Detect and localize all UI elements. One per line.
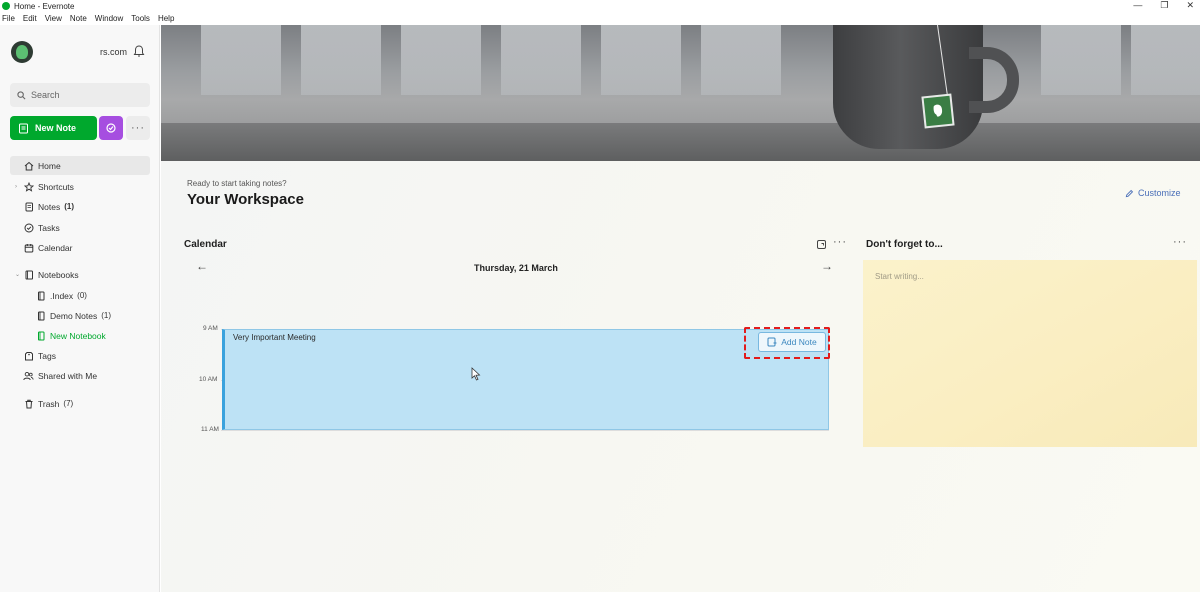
customize-label: Customize xyxy=(1138,188,1181,198)
calendar-link-icon[interactable] xyxy=(816,239,827,250)
ai-sparkle-icon xyxy=(106,123,116,133)
sticky-more-icon[interactable]: ··· xyxy=(1173,236,1187,248)
task-check-icon xyxy=(23,222,34,233)
calendar-more-icon[interactable]: ··· xyxy=(833,236,847,248)
menu-note[interactable]: Note xyxy=(70,14,87,23)
sidebar-item-shared[interactable]: Shared with Me xyxy=(10,366,150,385)
hour-label: 11 AM xyxy=(201,426,219,433)
customize-button[interactable]: Customize xyxy=(1125,188,1181,198)
ellipsis-icon: ··· xyxy=(131,122,145,134)
sidebar-item-home[interactable]: Home xyxy=(10,156,150,175)
notebook-icon xyxy=(23,269,34,280)
sidebar-item-new-notebook[interactable]: New Notebook xyxy=(10,326,150,345)
workspace-main: Ready to start taking notes? Your Worksp… xyxy=(161,161,1200,592)
close-icon[interactable]: ✕ xyxy=(1186,0,1194,11)
trash-icon xyxy=(23,398,34,409)
elephant-logo-icon xyxy=(921,93,955,129)
maximize-icon[interactable]: ❐ xyxy=(1160,0,1168,11)
sidebar-item-label: Shortcuts xyxy=(38,181,74,192)
menu-tools[interactable]: Tools xyxy=(131,14,150,23)
calendar-date: Thursday, 21 March xyxy=(474,263,558,273)
more-options-button[interactable]: ··· xyxy=(126,116,150,140)
scratch-pad-placeholder: Start writing... xyxy=(875,272,924,281)
mouse-cursor-icon xyxy=(471,367,481,381)
demo-notes-count: (1) xyxy=(101,311,112,320)
ai-assistant-button[interactable] xyxy=(99,116,123,140)
search-icon xyxy=(17,90,26,99)
account-name[interactable]: rs.com xyxy=(100,47,127,57)
note-add-icon xyxy=(767,337,777,347)
notebook-icon xyxy=(35,310,46,321)
page-title: Your Workspace xyxy=(187,191,304,208)
menu-file[interactable]: File xyxy=(2,14,15,23)
sidebar-item-demo-notes[interactable]: Demo Notes (1) xyxy=(10,306,150,325)
hour-label: 9 AM xyxy=(203,325,218,332)
tag-icon xyxy=(23,350,34,361)
note-add-icon xyxy=(19,123,28,133)
add-note-label: Add Note xyxy=(781,337,817,347)
sidebar-item-label: Trash xyxy=(38,398,60,409)
calendar-widget-title: Calendar xyxy=(184,239,227,250)
hour-label: 10 AM xyxy=(199,376,218,383)
sidebar-item-label: Notebooks xyxy=(38,269,79,280)
minimize-icon[interactable]: — xyxy=(1133,0,1142,11)
notes-icon xyxy=(23,201,34,212)
event-title: Very Important Meeting xyxy=(233,333,316,342)
workspace-subtitle: Ready to start taking notes? xyxy=(187,179,287,188)
sidebar-item-calendar[interactable]: Calendar xyxy=(10,238,150,257)
sidebar-item-trash[interactable]: Trash (7) xyxy=(10,394,150,413)
chevron-right-icon[interactable]: › xyxy=(15,184,17,190)
people-icon xyxy=(23,370,34,381)
bell-icon[interactable] xyxy=(132,44,146,58)
notebook-icon xyxy=(35,330,46,341)
sidebar-item-index[interactable]: .Index (0) xyxy=(10,286,150,305)
home-icon xyxy=(23,160,34,171)
sidebar-item-label: Shared with Me xyxy=(38,370,98,381)
sidebar-item-notes[interactable]: Notes (1) xyxy=(10,197,150,216)
sidebar-item-label: Demo Notes xyxy=(50,310,98,321)
workspace-banner-image xyxy=(161,25,1200,161)
scratch-pad-input[interactable]: Start writing... xyxy=(863,260,1197,447)
star-icon xyxy=(23,181,34,192)
chevron-down-icon[interactable]: ⌄ xyxy=(15,271,20,278)
sidebar-item-label: Home xyxy=(38,160,61,171)
sidebar-item-label: Notes xyxy=(38,201,61,212)
menu-edit[interactable]: Edit xyxy=(23,14,37,23)
title-bar: Home - Evernote — ❐ ✕ xyxy=(0,0,1200,12)
sidebar-item-label: Calendar xyxy=(38,242,73,253)
sidebar-item-shortcuts[interactable]: › Shortcuts xyxy=(10,177,150,196)
sticky-widget-title: Don't forget to... xyxy=(866,239,943,250)
menu-bar: File Edit View Note Window Tools Help xyxy=(0,12,1200,25)
menu-view[interactable]: View xyxy=(45,14,62,23)
mug-illustration xyxy=(833,25,983,149)
arrow-right-icon[interactable]: → xyxy=(821,259,833,273)
arrow-left-icon[interactable]: ← xyxy=(196,259,208,273)
window-controls: — ❐ ✕ xyxy=(1133,0,1194,11)
evernote-logo-icon[interactable] xyxy=(11,41,33,63)
notebook-icon xyxy=(35,290,46,301)
menu-window[interactable]: Window xyxy=(95,14,123,23)
sidebar: rs.com Search New Note ··· Home › Shortc… xyxy=(0,25,160,592)
calendar-event[interactable]: Very Important Meeting xyxy=(222,329,829,430)
add-note-button[interactable]: Add Note xyxy=(758,332,826,352)
notes-count: (1) xyxy=(64,202,74,211)
new-note-button[interactable]: New Note xyxy=(10,116,97,140)
new-note-label: New Note xyxy=(35,123,77,133)
sidebar-item-label: .Index xyxy=(50,290,74,301)
window-title: Home - Evernote xyxy=(14,1,75,11)
menu-help[interactable]: Help xyxy=(158,14,174,23)
sidebar-item-notebooks[interactable]: ⌄ Notebooks xyxy=(10,265,150,284)
sidebar-item-tags[interactable]: Tags xyxy=(10,346,150,365)
pencil-icon xyxy=(1125,189,1134,197)
sidebar-item-label: New Notebook xyxy=(50,330,106,341)
sidebar-item-tasks[interactable]: Tasks xyxy=(10,218,150,237)
evernote-app-icon xyxy=(2,2,10,10)
search-placeholder: Search xyxy=(31,90,60,100)
sidebar-item-label: Tasks xyxy=(38,222,60,233)
search-input[interactable]: Search xyxy=(10,83,150,107)
calendar-icon xyxy=(23,242,34,253)
trash-count: (7) xyxy=(63,399,74,408)
index-count: (0) xyxy=(77,291,87,300)
sidebar-item-label: Tags xyxy=(38,350,56,361)
